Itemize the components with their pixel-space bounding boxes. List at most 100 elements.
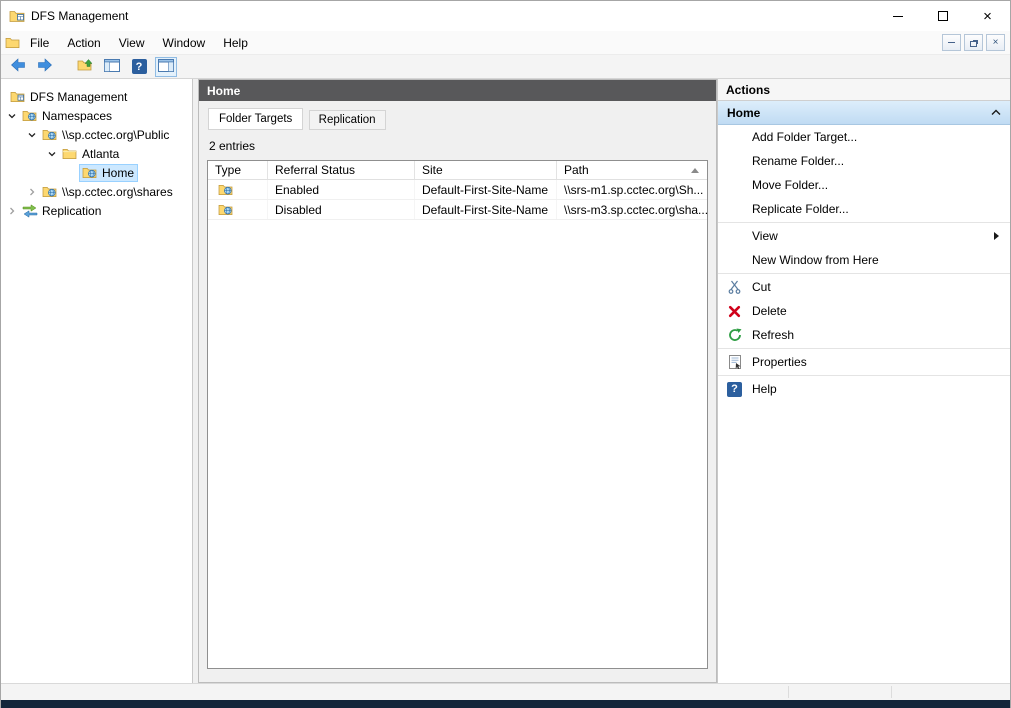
sort-ascending-icon: [691, 167, 699, 173]
action-cut[interactable]: Cut: [718, 275, 1010, 299]
cut-icon: [726, 279, 743, 296]
tree-item-home[interactable]: Home: [1, 163, 192, 182]
collapse-chevron-icon[interactable]: [45, 149, 59, 159]
tree-item-namespace-public[interactable]: \\sp.cctec.org\Public: [1, 125, 192, 144]
up-one-level-button[interactable]: [74, 57, 96, 77]
column-header-path[interactable]: Path: [557, 161, 707, 179]
menu-help[interactable]: Help: [214, 33, 257, 53]
action-new-window-from-here[interactable]: New Window from Here: [718, 248, 1010, 272]
collapse-chevron-icon[interactable]: [25, 130, 39, 140]
section-label: Home: [727, 105, 761, 120]
tab-strip: Folder Targets Replication: [199, 101, 716, 130]
action-label: Move Folder...: [752, 178, 829, 192]
minimize-icon: [892, 15, 903, 17]
separator: [718, 348, 1010, 349]
action-label: Properties: [752, 355, 807, 369]
menu-window[interactable]: Window: [154, 33, 215, 53]
menu-view[interactable]: View: [110, 33, 154, 53]
tree-item-namespace-shares[interactable]: \\sp.cctec.org\shares: [1, 182, 192, 201]
tree-item-namespaces[interactable]: Namespaces: [1, 106, 192, 125]
window-close-button[interactable]: ×: [965, 1, 1010, 31]
list-header: Type Referral Status Site Path: [208, 161, 707, 180]
folder-icon: [62, 147, 78, 160]
collapse-chevron-icon[interactable]: [5, 111, 19, 121]
window-title: DFS Management: [31, 9, 129, 23]
console-window-controls: ×: [942, 34, 1005, 51]
referral-status-cell: Disabled: [268, 200, 415, 219]
separator: [718, 222, 1010, 223]
namespace-icon: [42, 128, 58, 141]
tree-item-replication[interactable]: Replication: [1, 201, 192, 220]
path-cell: \\srs-m3.sp.cctec.org\sha...: [564, 202, 707, 217]
maximize-icon: [937, 11, 948, 21]
column-label: Type: [215, 163, 242, 177]
tree-item-label: \\sp.cctec.org\Public: [62, 127, 170, 142]
help-glyph: ?: [727, 381, 742, 397]
action-properties[interactable]: Properties: [718, 350, 1010, 374]
close-icon: ×: [992, 37, 999, 48]
content-area: DFS Management Namespaces \\sp.cctec.org…: [1, 79, 1010, 683]
column-header-site[interactable]: Site: [415, 161, 557, 179]
collapse-section-icon[interactable]: [991, 109, 1001, 116]
action-refresh[interactable]: Refresh: [718, 323, 1010, 347]
window-maximize-button[interactable]: [920, 1, 965, 31]
help-icon: ?: [131, 59, 147, 74]
actions-section-home[interactable]: Home: [718, 101, 1010, 125]
minimize-icon: [948, 42, 955, 43]
separator: [718, 375, 1010, 376]
expand-chevron-icon[interactable]: [5, 206, 19, 216]
show-action-pane-button[interactable]: [155, 56, 177, 77]
column-label: Site: [422, 163, 443, 177]
replication-icon: [22, 203, 38, 218]
table-row[interactable]: Disabled Default-First-Site-Name \\srs-m…: [208, 200, 707, 220]
action-label: Help: [752, 382, 777, 396]
toolbar: ?: [1, 55, 1010, 79]
menu-file[interactable]: File: [21, 33, 58, 53]
status-divider: [891, 686, 892, 698]
actions-pane-title: Actions: [718, 79, 1010, 101]
show-console-tree-button[interactable]: [101, 57, 123, 77]
results-pane-title: Home: [199, 80, 716, 101]
table-row[interactable]: Enabled Default-First-Site-Name \\srs-m1…: [208, 180, 707, 200]
console-tree: DFS Management Namespaces \\sp.cctec.org…: [1, 79, 193, 683]
help-icon: ?: [726, 381, 743, 398]
action-rename-folder[interactable]: Rename Folder...: [718, 149, 1010, 173]
tab-folder-targets[interactable]: Folder Targets: [208, 108, 304, 130]
action-label: Replicate Folder...: [752, 202, 849, 216]
action-delete[interactable]: Delete: [718, 299, 1010, 323]
status-bar: [1, 683, 1010, 700]
status-divider: [788, 686, 789, 698]
tree-item-label: Replication: [42, 203, 102, 218]
back-button[interactable]: [7, 57, 29, 77]
site-cell: Default-First-Site-Name: [415, 180, 557, 199]
column-header-referral-status[interactable]: Referral Status: [268, 161, 415, 179]
console-minimize-button[interactable]: [942, 34, 961, 51]
selected-tree-node[interactable]: Home: [79, 163, 139, 182]
console-restore-button[interactable]: [964, 34, 983, 51]
tree-item-atlanta[interactable]: Atlanta: [1, 144, 192, 163]
action-help[interactable]: ? Help: [718, 377, 1010, 401]
expand-chevron-icon[interactable]: [25, 187, 39, 197]
action-label: Refresh: [752, 328, 795, 342]
folder-target-icon: [82, 166, 98, 179]
column-header-type[interactable]: Type: [208, 161, 268, 179]
action-label: New Window from Here: [752, 253, 879, 267]
action-replicate-folder[interactable]: Replicate Folder...: [718, 197, 1010, 221]
properties-icon: [726, 354, 743, 371]
action-view[interactable]: View: [718, 224, 1010, 248]
actions-pane: Actions Home Add Folder Target... Rename…: [717, 79, 1010, 683]
action-move-folder[interactable]: Move Folder...: [718, 173, 1010, 197]
console-close-button[interactable]: ×: [986, 34, 1005, 51]
window-minimize-button[interactable]: [875, 1, 920, 31]
refresh-icon: [726, 327, 743, 344]
menu-action[interactable]: Action: [58, 33, 109, 53]
dfs-management-window: DFS Management × File Action View Window…: [0, 0, 1011, 708]
entries-count: 2 entries: [209, 139, 256, 153]
tree-item-dfs-management[interactable]: DFS Management: [1, 87, 192, 106]
action-add-folder-target[interactable]: Add Folder Target...: [718, 125, 1010, 149]
namespace-icon: [42, 185, 58, 198]
forward-button[interactable]: [34, 57, 56, 77]
column-label: Path: [564, 163, 589, 177]
help-button[interactable]: ?: [128, 57, 150, 77]
tab-replication[interactable]: Replication: [308, 110, 386, 130]
